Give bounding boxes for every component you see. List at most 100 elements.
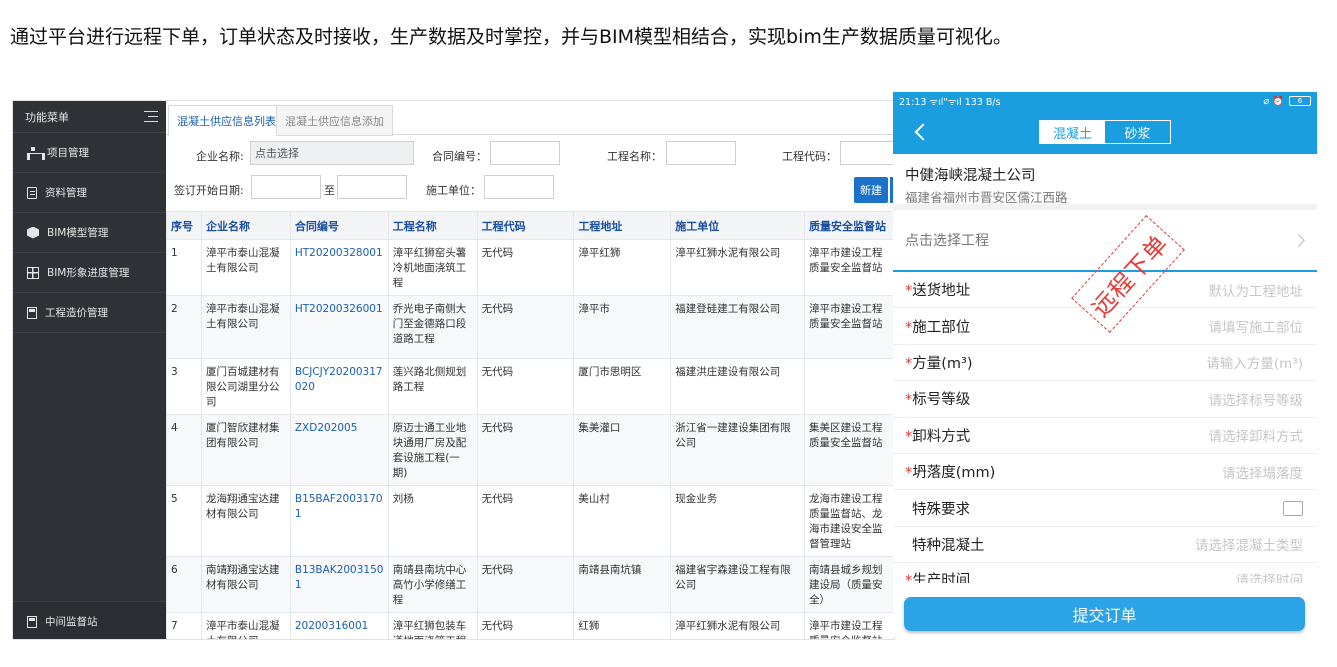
cell-no: 6 — [166, 556, 202, 613]
segment-concrete[interactable]: 混凝土 — [1040, 121, 1105, 143]
builder-filter-label: 施工单位： — [426, 184, 481, 197]
column-header[interactable]: 工程代码 — [476, 211, 575, 240]
cell-project: 南靖县南坑中心高竹小学修缮工程 — [387, 556, 478, 613]
building-icon — [27, 615, 37, 628]
table-row[interactable]: 6 南靖翔通宝达建材有限公司 B13BAK20031501 南靖县南坑中心高竹小学修缮… — [166, 556, 894, 613]
table-row[interactable]: 1 漳平市泰山混凝土有限公司 HT20200328001 漳平红狮窑头薯冷机地面浇筑工… — [166, 239, 894, 296]
sidebar-item-label: 项目管理 — [47, 147, 89, 159]
form-field-placeholder[interactable]: 请填写施工部位 — [1209, 316, 1304, 336]
cell-company: 龙海翔通宝达建材有限公司 — [200, 485, 291, 557]
submit-order-button[interactable]: 提交订单 — [904, 597, 1305, 631]
form-field-label: *送货地址 — [905, 279, 970, 300]
builder-filter-input[interactable] — [484, 175, 554, 199]
menu-collapse-icon[interactable] — [144, 110, 158, 123]
cell-contract: 20200316001 — [289, 612, 389, 639]
sidebar-item-project[interactable]: 项目管理 — [13, 133, 166, 173]
cell-address: 厦门市思明区 — [573, 358, 672, 415]
table-row[interactable]: 4 厦门智欣建材集团有限公司 ZXD202005 原迈士通工业地块通用厂房及配套设施工… — [166, 414, 894, 486]
column-header[interactable]: 工程名称 — [387, 211, 478, 240]
cell-company: 南靖翔通宝达建材有限公司 — [200, 556, 291, 613]
network-speed: 133 B/s — [964, 96, 1001, 108]
date-filter-label: 签订开始日期: — [174, 184, 244, 197]
form-field-placeholder[interactable]: 请选择卸料方式 — [1209, 425, 1304, 445]
form-row[interactable]: *方量(m³) 请输入方量(m³) — [893, 345, 1317, 382]
special-concrete-row[interactable]: 特种混凝土 请选择混凝土类型 — [893, 527, 1317, 564]
cell-no: 5 — [166, 485, 202, 557]
column-header[interactable]: 工程地址 — [573, 211, 672, 240]
code-filter-label: 工程代码： — [782, 150, 837, 163]
production-time-row[interactable]: *生产时间 请选择时间 — [893, 563, 1317, 583]
form-field-label: *卸料方式 — [905, 425, 970, 446]
form-field-label: *坍落度(mm) — [905, 461, 995, 482]
cell-address: 南靖县南坑镇 — [573, 556, 672, 613]
sidebar-item-label: BIM形象进度管理 — [47, 267, 130, 279]
material-switch: 混凝土 砂浆 — [1039, 120, 1171, 144]
company-filter-input[interactable]: 点击选择 — [250, 141, 414, 165]
table-row[interactable]: 2 漳平市泰山混凝土有限公司 HT20200326001 乔光电子南侧大门至金德路口段… — [166, 295, 894, 359]
production-time-label: *生产时间 — [905, 573, 971, 584]
company-info: 中健海峡混凝土公司 福建省福州市晋安区儒江西路 — [893, 154, 1317, 210]
sidebar-item-supervision-station[interactable]: 中间监督站 — [13, 601, 166, 639]
special-concrete-label: 特种混凝土 — [912, 537, 985, 554]
form-field-placeholder[interactable]: 请输入方量(m³) — [1206, 352, 1303, 372]
form-field-label: *施工部位 — [905, 316, 970, 337]
sidebar-header: 功能菜单 — [13, 101, 166, 133]
cell-code: 无代码 — [476, 295, 575, 359]
cell-builder: 浙江省一建建设集团有限公司 — [670, 414, 805, 486]
form-row[interactable]: *标号等级 请选择标号等级 — [893, 381, 1317, 418]
grid-icon — [27, 266, 39, 279]
signal-icon: ᯤıl"ᯤıl — [929, 96, 962, 108]
cell-no: 2 — [166, 295, 202, 359]
calculator-icon — [27, 306, 37, 319]
cell-company: 漳平市泰山混凝土有限公司 — [200, 295, 291, 359]
special-requirement-row[interactable]: 特殊要求 — [893, 490, 1317, 527]
sidebar-item-cost[interactable]: 工程造价管理 — [13, 293, 166, 333]
cell-project: 莲兴路北侧规划路工程 — [387, 358, 478, 415]
sidebar-item-label: 中间监督站 — [45, 616, 98, 628]
status-bar: 21:13 ᯤıl"ᯤıl 133 B/s ⌀ ⏰ 6 — [893, 92, 1317, 110]
sidebar-item-bim-model[interactable]: BIM模型管理 — [13, 213, 166, 253]
company-filter-label: 企业名称: — [196, 150, 244, 163]
sidebar-item-bim-progress[interactable]: BIM形象进度管理 — [13, 253, 166, 293]
cell-code: 无代码 — [476, 239, 575, 296]
cell-no: 7 — [166, 612, 202, 639]
project-filter-input[interactable] — [666, 141, 736, 165]
form-row[interactable]: *卸料方式 请选择卸料方式 — [893, 418, 1317, 454]
form-field-placeholder[interactable]: 请选择塌落度 — [1222, 462, 1303, 482]
form-field-placeholder[interactable]: 请选择标号等级 — [1209, 389, 1304, 409]
special-requirement-checkbox[interactable] — [1283, 500, 1303, 516]
column-header[interactable]: 质量安全监督站 — [803, 211, 894, 240]
sidebar-item-label: 工程造价管理 — [45, 307, 108, 319]
sidebar-item-label: BIM模型管理 — [47, 227, 109, 239]
contract-filter-input[interactable] — [490, 141, 560, 165]
sidebar: 功能菜单 项目管理 资料管理 BIM模型管理 BIM形象进度管理 工程造价管理 … — [13, 101, 166, 639]
table-row[interactable]: 5 龙海翔通宝达建材有限公司 B15BAF20031701 刘杨 无代码 美山村 现金业务龙… — [166, 485, 894, 557]
tab-supply-add[interactable]: 混凝土供应信息添加 — [276, 105, 393, 136]
table-row[interactable]: 3 厦门百城建材有限公司湖里分公司 BCJCJY20200317020 莲兴路北侧规划… — [166, 358, 894, 415]
tab-supply-list[interactable]: 混凝土供应信息列表 — [168, 105, 285, 136]
status-time: 21:13 — [899, 96, 927, 108]
cell-code: 无代码 — [476, 358, 575, 415]
cell-station — [803, 358, 894, 415]
table-row[interactable]: 7漳平市泰山混凝土有限公司20200316001漳平红狮包装车道地面浇筑工程无代… — [166, 612, 894, 639]
form-field-label: *方量(m³) — [905, 352, 973, 373]
column-header[interactable]: 序号 — [166, 211, 202, 240]
date-end-input[interactable] — [337, 175, 407, 199]
cell-address: 漳平市 — [573, 295, 672, 359]
date-start-input[interactable] — [251, 175, 321, 199]
cell-address: 红狮 — [573, 612, 672, 639]
battery-icon: 6 — [1289, 96, 1311, 106]
new-button[interactable]: 新建 — [854, 177, 888, 203]
form-field-text: 施工部位 — [912, 319, 971, 336]
code-filter-input[interactable] — [840, 141, 894, 165]
column-header[interactable]: 合同编号 — [289, 211, 389, 240]
document-icon — [27, 186, 37, 199]
form-row[interactable]: *坍落度(mm) 请选择塌落度 — [893, 454, 1317, 491]
tab-bar: 混凝土供应信息列表 混凝土供应信息添加 — [166, 101, 894, 136]
segment-mortar[interactable]: 砂浆 — [1105, 121, 1170, 143]
column-header[interactable]: 施工单位 — [670, 211, 805, 240]
column-header[interactable]: 企业名称 — [200, 211, 291, 240]
form-field-placeholder[interactable]: 默认为工程地址 — [1209, 280, 1304, 300]
sidebar-item-documents[interactable]: 资料管理 — [13, 173, 166, 213]
back-arrow-icon[interactable] — [914, 123, 932, 141]
